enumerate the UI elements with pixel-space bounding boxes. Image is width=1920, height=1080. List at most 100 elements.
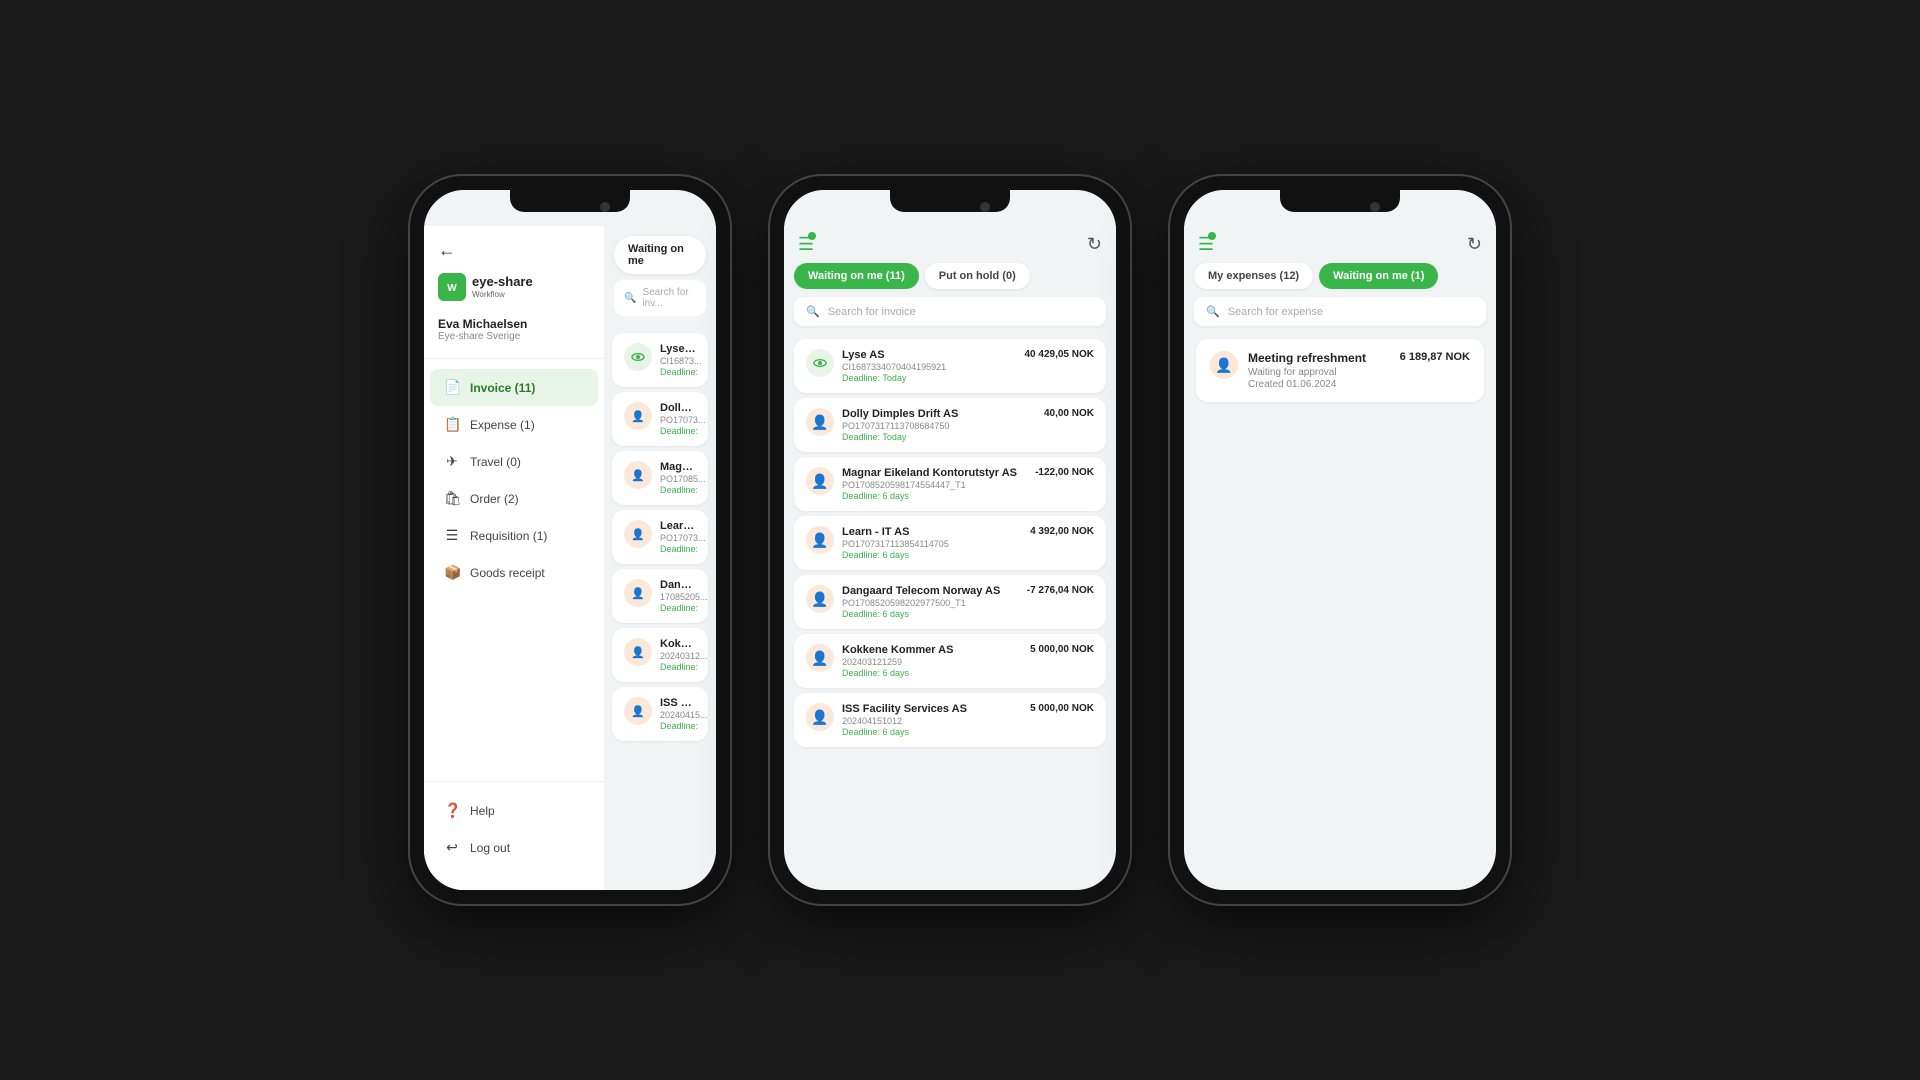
- user-profile: Eva Michaelsen Eye-share Sverige: [424, 317, 604, 359]
- tabs-2: Waiting on me (11) Put on hold (0): [784, 263, 1116, 297]
- expense-date: Created 01.06.2024: [1248, 379, 1390, 390]
- partial-search-bar[interactable]: 🔍 Search for inv...: [614, 280, 706, 316]
- requisition-icon: ☰: [444, 527, 460, 544]
- partial-card-6[interactable]: 👤 Kokkene... 20240312... Deadline:: [612, 628, 708, 682]
- partial-invoice-list: Waiting on me 🔍 Search for inv...: [604, 226, 716, 890]
- dolly-name: Dolly Dimples Drift AS: [842, 408, 1036, 420]
- camera-1: [600, 202, 610, 212]
- avatar-iss: 👤: [806, 703, 834, 731]
- refresh-icon-3[interactable]: ↻: [1467, 234, 1482, 255]
- card-name-2: Dolly Di...: [660, 402, 696, 414]
- card-ref-6: 20240312...: [660, 651, 696, 661]
- nav-expense[interactable]: 📋 Expense (1): [430, 406, 598, 443]
- avatar-lyse: [806, 349, 834, 377]
- notch-1: [510, 190, 630, 212]
- invoice-icon: 📄: [444, 379, 460, 396]
- card-ref-5: 17085205...: [660, 592, 696, 602]
- nav-order[interactable]: 🛍 Order (2): [430, 480, 598, 517]
- invoice-card-7[interactable]: 👤 ISS Facility Services AS 202404151012 …: [794, 693, 1106, 747]
- lyse-amount: 40 429,05 NOK: [1025, 349, 1095, 360]
- search-bar-2[interactable]: 🔍 Search for invoice: [794, 297, 1106, 326]
- card-deadline-1: Deadline:: [660, 367, 696, 377]
- user-company: Eye-share Sverige: [438, 331, 590, 342]
- invoice-list-2: Lyse AS CI16873340704041959​21 Deadline:…: [784, 334, 1116, 890]
- expense-amount: 6 189,87 NOK: [1400, 351, 1470, 363]
- phone-3: ☰ ↻ My expenses (12) Waiting on me (1) 🔍…: [1170, 176, 1510, 904]
- notch-bar-3: [1184, 190, 1496, 226]
- avatar-dangaard: 👤: [806, 585, 834, 613]
- magnar-ref: PO17085205981745544​47_T1: [842, 480, 1027, 490]
- expense-info-1: Meeting refreshment Waiting for approval…: [1248, 351, 1390, 390]
- nav-goods-receipt[interactable]: 📦 Goods receipt: [430, 554, 598, 591]
- card-ref-4: PO17073...: [660, 533, 696, 543]
- card-info-4: Learn - I... PO17073... Deadline:: [660, 520, 696, 554]
- card-name-3: Magnar...: [660, 461, 696, 473]
- logo-name: eye-share: [472, 275, 533, 289]
- card-deadline-4: Deadline:: [660, 544, 696, 554]
- refresh-icon-2[interactable]: ↻: [1087, 234, 1102, 255]
- sidebar: ← W eye-share Workflow Eva Mich: [424, 226, 604, 890]
- nav-help[interactable]: ❓ Help: [430, 792, 598, 829]
- card-info-kokkene: Kokkene Kommer AS 202403121259 Deadline:…: [842, 644, 1022, 678]
- avatar-magnar: 👤: [806, 467, 834, 495]
- nav-order-label: Order (2): [470, 492, 519, 506]
- invoice-card-1[interactable]: Lyse AS CI16873340704041959​21 Deadline:…: [794, 339, 1106, 393]
- tab-waiting-3[interactable]: Waiting on me (1): [1319, 263, 1438, 289]
- dolly-ref: PO170731711370868​4750: [842, 421, 1036, 431]
- nav-invoice[interactable]: 📄 Invoice (11): [430, 369, 598, 406]
- card-deadline-3: Deadline:: [660, 485, 696, 495]
- avatar-person-2: 👤: [624, 402, 652, 430]
- partial-card-7[interactable]: 👤 ISS Faci... 20240415... Deadline:: [612, 687, 708, 741]
- expense-card-1[interactable]: 👤 Meeting refreshment Waiting for approv…: [1196, 339, 1484, 402]
- partial-card-5[interactable]: 👤 Dangaar... 17085205... Deadline:: [612, 569, 708, 623]
- nav-travel[interactable]: ✈ Travel (0): [430, 443, 598, 480]
- nav-requisition[interactable]: ☰ Requisition (1): [430, 517, 598, 554]
- invoice-card-2[interactable]: 👤 Dolly Dimples Drift AS PO1707317113708…: [794, 398, 1106, 452]
- card-ref-1: CI16873...: [660, 356, 696, 366]
- partial-card-3[interactable]: 👤 Magnar... PO17085... Deadline:: [612, 451, 708, 505]
- search-bar-3[interactable]: 🔍 Search for expense: [1194, 297, 1486, 326]
- waiting-tab-partial[interactable]: Waiting on me: [614, 236, 706, 274]
- invoice-card-5[interactable]: 👤 Dangaard Telecom Norway AS PO170852059…: [794, 575, 1106, 629]
- partial-card-2[interactable]: 👤 Dolly Di... PO17073... Deadline:: [612, 392, 708, 446]
- invoice-card-3[interactable]: 👤 Magnar Eikeland Kontorutstyr AS PO1708…: [794, 457, 1106, 511]
- nav-expense-label: Expense (1): [470, 418, 535, 432]
- avatar-person-7: 👤: [624, 697, 652, 725]
- kokkene-ref: 202403121259: [842, 657, 1022, 667]
- avatar-person-5: 👤: [624, 579, 652, 607]
- invoice-card-4[interactable]: 👤 Learn - IT AS PO17073171138541​14705 D…: [794, 516, 1106, 570]
- tab-my-expenses-3[interactable]: My expenses (12): [1194, 263, 1313, 289]
- tab-hold-2[interactable]: Put on hold (0): [925, 263, 1030, 289]
- card-info-7: ISS Faci... 20240415... Deadline:: [660, 697, 696, 731]
- menu-notification-dot-3: [1208, 232, 1216, 240]
- kokkene-name: Kokkene Kommer AS: [842, 644, 1022, 656]
- avatar-learn: 👤: [806, 526, 834, 554]
- partial-card-4[interactable]: 👤 Learn - I... PO17073... Deadline:: [612, 510, 708, 564]
- phone-2: ☰ ↻ Waiting on me (11) Put on hold (0) 🔍…: [770, 176, 1130, 904]
- lyse-ref: CI16873340704041959​21: [842, 362, 1017, 372]
- card-ref-7: 20240415...: [660, 710, 696, 720]
- nav-logout-label: Log out: [470, 841, 510, 855]
- camera-2: [980, 202, 990, 212]
- card-info-dolly: Dolly Dimples Drift AS PO170731711370868…: [842, 408, 1036, 442]
- avatar-eye-1: [624, 343, 652, 371]
- hamburger-menu-2[interactable]: ☰: [798, 234, 814, 255]
- tab-waiting-2[interactable]: Waiting on me (11): [794, 263, 919, 289]
- avatar-person-4: 👤: [624, 520, 652, 548]
- partial-card-1[interactable]: Lyse AS CI16873... Deadline:: [612, 333, 708, 387]
- avatar-kokkene: 👤: [806, 644, 834, 672]
- logo-text-block: eye-share Workflow: [472, 275, 533, 298]
- back-button[interactable]: ←: [424, 240, 604, 273]
- back-arrow-icon[interactable]: ←: [438, 240, 456, 261]
- dangaard-name: Dangaard Telecom Norway AS: [842, 585, 1019, 597]
- nav-logout[interactable]: ↩ Log out: [430, 829, 598, 866]
- dolly-amount: 40,00 NOK: [1044, 408, 1094, 419]
- magnar-amount: -122,00 NOK: [1035, 467, 1094, 478]
- menu-notification-dot-2: [808, 232, 816, 240]
- card-ref-2: PO17073...: [660, 415, 696, 425]
- user-name: Eva Michaelsen: [438, 317, 590, 331]
- card-info-dangaard: Dangaard Telecom Norway AS PO17085205982…: [842, 585, 1019, 619]
- hamburger-menu-3[interactable]: ☰: [1198, 234, 1214, 255]
- invoice-card-6[interactable]: 👤 Kokkene Kommer AS 202403121259 Deadlin…: [794, 634, 1106, 688]
- search-placeholder-2: Search for invoice: [828, 306, 916, 318]
